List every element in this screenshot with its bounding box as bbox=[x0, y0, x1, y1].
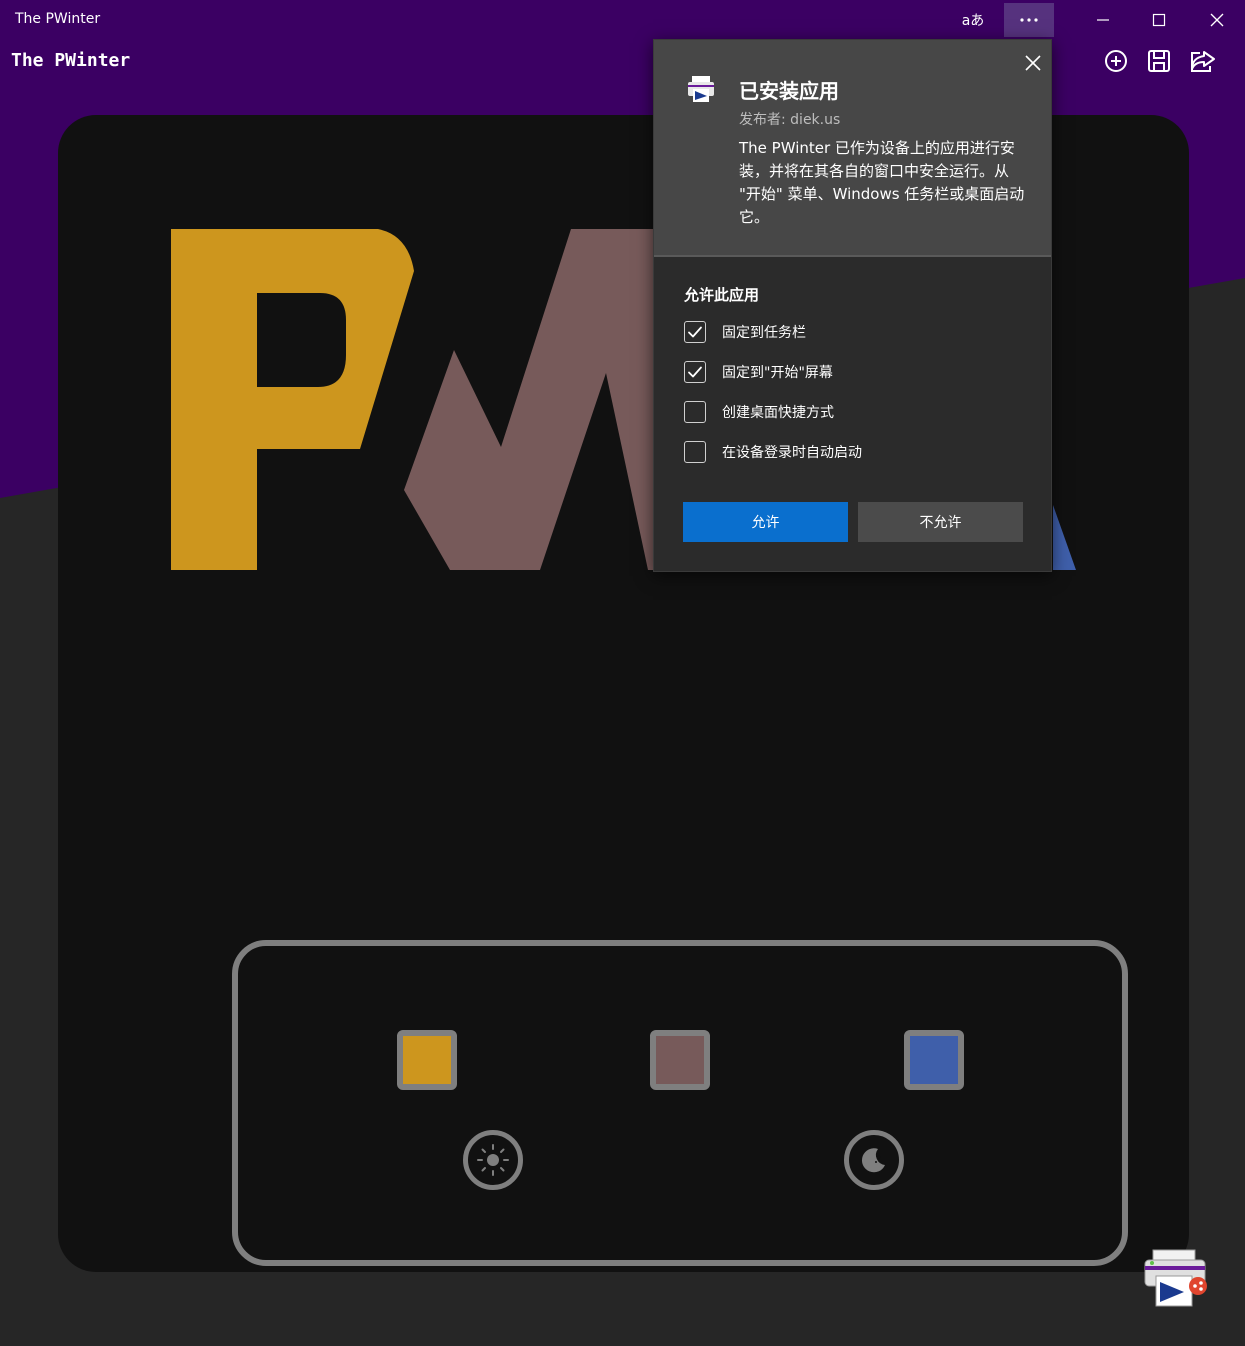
option-label: 固定到任务栏 bbox=[722, 325, 806, 341]
share-icon bbox=[1191, 51, 1215, 72]
pwinter-app-icon bbox=[1144, 1249, 1207, 1307]
checkbox[interactable] bbox=[684, 441, 706, 463]
logo-letter-p bbox=[171, 229, 414, 570]
window-title: The PWinter bbox=[15, 11, 101, 27]
logo-letter-a bbox=[1053, 505, 1076, 570]
dialog-publisher: 发布者: diek.us bbox=[739, 112, 841, 128]
app-title: The PWinter bbox=[11, 50, 131, 71]
checkmark-icon bbox=[688, 326, 702, 338]
checkbox[interactable] bbox=[684, 401, 706, 423]
save-icon bbox=[1148, 50, 1170, 72]
option-desktop-shortcut[interactable]: 创建桌面快捷方式 bbox=[684, 399, 834, 425]
swatch-blue-fill bbox=[910, 1036, 958, 1084]
more-icon bbox=[1020, 18, 1038, 22]
logo-letter-w bbox=[404, 229, 653, 570]
app-printer-icon bbox=[688, 76, 714, 102]
maximize-icon bbox=[1152, 13, 1166, 27]
dialog-description: The PWinter 已作为设备上的应用进行安装，并将在其各自的窗口中安全运行… bbox=[739, 139, 1025, 226]
dialog-close-button[interactable] bbox=[1018, 48, 1048, 78]
checkbox[interactable] bbox=[684, 321, 706, 343]
option-label: 在设备登录时自动启动 bbox=[722, 445, 862, 461]
dark-mode-button[interactable] bbox=[844, 1130, 904, 1190]
dialog-section-title: 允许此应用 bbox=[684, 286, 760, 304]
option-auto-start[interactable]: 在设备登录时自动启动 bbox=[684, 439, 862, 465]
close-window-button[interactable] bbox=[1192, 3, 1242, 37]
add-icon bbox=[1105, 50, 1127, 72]
share-button[interactable] bbox=[1188, 48, 1215, 74]
swatch-mauve-fill bbox=[656, 1036, 704, 1084]
allow-button[interactable]: 允许 bbox=[683, 502, 848, 542]
deny-button[interactable]: 不允许 bbox=[858, 502, 1023, 542]
dialog-title: 已安装应用 bbox=[739, 79, 839, 103]
palette-panel bbox=[232, 940, 1128, 1266]
swatch-gold[interactable] bbox=[397, 1030, 457, 1090]
checkbox[interactable] bbox=[684, 361, 706, 383]
more-options-button[interactable] bbox=[1004, 3, 1054, 37]
dark-mode-icon bbox=[861, 1148, 885, 1173]
translate-button[interactable]: aあ bbox=[948, 3, 998, 37]
close-icon bbox=[1025, 55, 1041, 71]
title-bar: The PWinter aあ bbox=[0, 0, 1245, 40]
minimize-button[interactable] bbox=[1078, 3, 1128, 37]
minimize-icon bbox=[1097, 19, 1109, 21]
swatch-gold-fill bbox=[403, 1036, 451, 1084]
option-pin-start[interactable]: 固定到"开始"屏幕 bbox=[684, 359, 833, 385]
option-label: 固定到"开始"屏幕 bbox=[722, 365, 833, 381]
swatch-mauve[interactable] bbox=[650, 1030, 710, 1090]
light-mode-icon bbox=[477, 1144, 509, 1176]
light-mode-button[interactable] bbox=[463, 1130, 523, 1190]
option-pin-taskbar[interactable]: 固定到任务栏 bbox=[684, 319, 806, 345]
add-button[interactable] bbox=[1103, 48, 1129, 74]
close-icon bbox=[1210, 13, 1224, 27]
option-label: 创建桌面快捷方式 bbox=[722, 405, 834, 421]
maximize-button[interactable] bbox=[1134, 3, 1184, 37]
checkmark-icon bbox=[688, 366, 702, 378]
save-button[interactable] bbox=[1146, 48, 1172, 74]
swatch-blue[interactable] bbox=[904, 1030, 964, 1090]
translate-icon: aあ bbox=[961, 13, 985, 29]
installed-app-dialog: 已安装应用 发布者: diek.us The PWinter 已作为设备上的应用… bbox=[653, 39, 1052, 572]
